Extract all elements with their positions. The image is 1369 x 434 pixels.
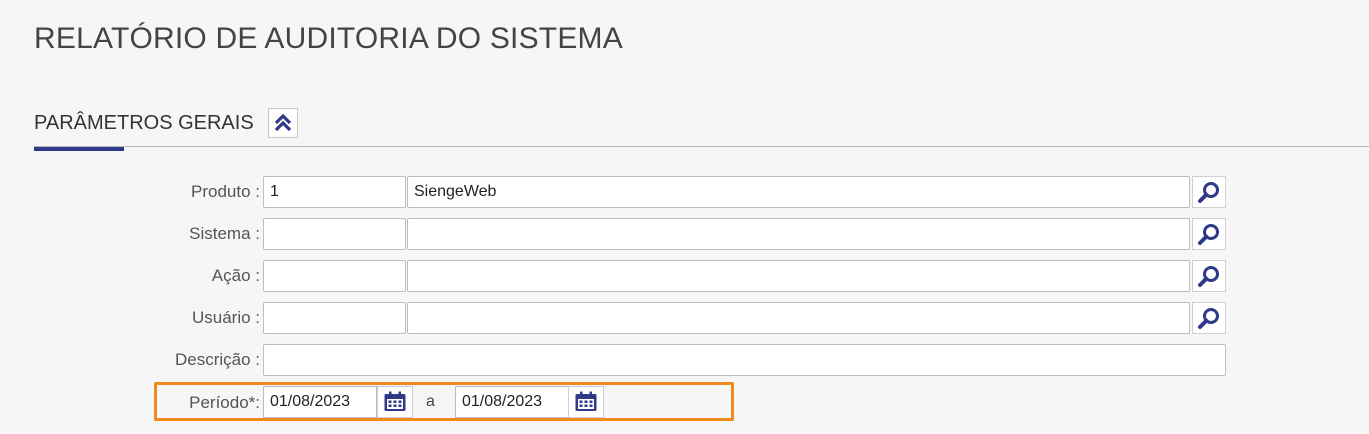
acao-search-button[interactable] <box>1192 260 1226 292</box>
periodo-range-separator: a <box>426 393 435 410</box>
sistema-search-button[interactable] <box>1192 218 1226 250</box>
section-divider <box>34 146 1369 147</box>
sistema-name-input[interactable] <box>407 218 1190 250</box>
periodo-end-calendar-button[interactable] <box>568 386 604 418</box>
usuario-code-input[interactable] <box>263 302 406 334</box>
periodo-end-input[interactable] <box>455 386 569 418</box>
usuario-name-input[interactable] <box>407 302 1190 334</box>
collapse-section-button[interactable] <box>267 108 298 138</box>
search-icon <box>1198 224 1219 245</box>
sistema-code-input[interactable] <box>263 218 406 250</box>
descricao-label: Descrição : <box>174 350 260 369</box>
usuario-search-button[interactable] <box>1192 302 1226 334</box>
calendar-icon <box>384 391 406 411</box>
produto-search-button[interactable] <box>1192 176 1226 208</box>
acao-code-input[interactable] <box>263 260 406 292</box>
periodo-start-input[interactable] <box>263 386 377 418</box>
double-chevron-up-icon <box>274 113 291 132</box>
produto-code-input[interactable] <box>263 176 406 208</box>
search-icon <box>1198 266 1219 287</box>
calendar-icon <box>575 391 597 411</box>
periodo-label: Período*: <box>189 393 260 412</box>
section-title: PARÂMETROS GERAIS <box>34 111 254 134</box>
produto-name-input[interactable] <box>407 176 1190 208</box>
sistema-label: Sistema : <box>189 224 260 243</box>
usuario-label: Usuário : <box>191 308 260 327</box>
acao-name-input[interactable] <box>407 260 1190 292</box>
search-icon <box>1198 308 1219 329</box>
acao-label: Ação : <box>211 266 260 285</box>
periodo-start-calendar-button[interactable] <box>377 386 413 418</box>
section-active-underline <box>34 147 124 151</box>
search-icon <box>1198 182 1219 203</box>
produto-label: Produto : <box>191 182 260 201</box>
section-header: PARÂMETROS GERAIS <box>34 108 298 138</box>
descricao-input[interactable] <box>263 344 1226 376</box>
page-title: RELATÓRIO DE AUDITORIA DO SISTEMA <box>34 22 623 55</box>
